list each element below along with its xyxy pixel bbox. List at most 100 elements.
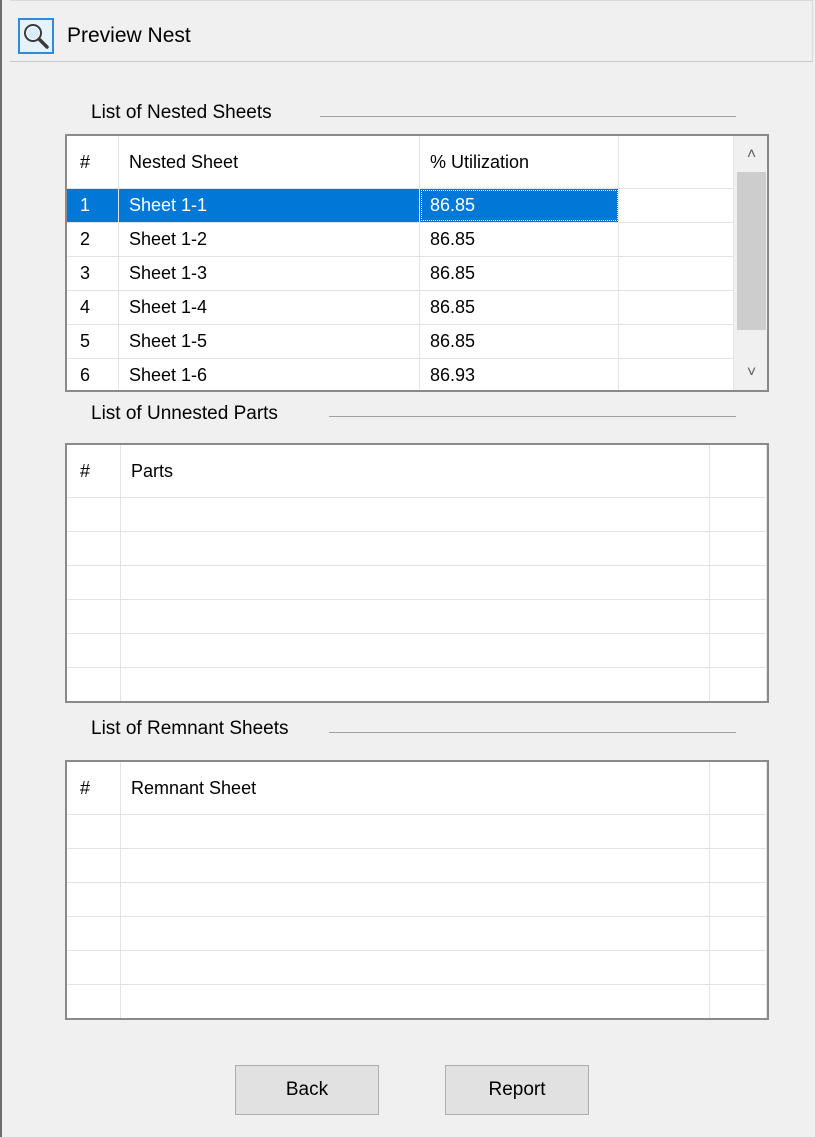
table-row[interactable]: 3 Sheet 1-3 86.85 [67,257,734,291]
column-header-filler [710,762,767,814]
nested-sheet-name: Sheet 1-5 [119,325,420,358]
row-filler [619,291,734,324]
empty-cell [121,532,710,565]
empty-table-row [67,849,767,883]
chevron-down-icon[interactable]: ˅ [735,356,767,390]
unnested-parts-table[interactable]: # Parts [65,443,769,703]
utilization-value: 86.85 [420,257,619,290]
empty-table-row [67,815,767,849]
empty-cell [710,600,767,633]
column-header-remnant-sheet[interactable]: Remnant Sheet [121,762,710,814]
row-number: 4 [67,291,119,324]
column-header-number[interactable]: # [67,762,121,814]
empty-cell [121,600,710,633]
empty-cell [67,951,121,984]
table-row[interactable]: 5 Sheet 1-5 86.85 [67,325,734,359]
empty-cell [710,634,767,667]
column-header-parts[interactable]: Parts [121,445,710,497]
column-header-nested-sheet[interactable]: Nested Sheet [119,136,420,188]
preview-nest-panel: Preview Nest List of Nested Sheets # Nes… [0,0,815,1137]
empty-cell [67,883,121,916]
empty-cell [710,498,767,531]
panel-title: Preview Nest [67,24,191,47]
row-filler [619,189,734,222]
empty-cell [710,668,767,701]
empty-cell [67,668,121,701]
empty-cell [67,498,121,531]
empty-cell [67,532,121,565]
utilization-value: 86.85 [420,291,619,324]
empty-cell [121,985,710,1018]
nested-sheets-table[interactable]: # Nested Sheet % Utilization 1 Sheet 1-1 8… [65,134,769,392]
empty-cell [121,951,710,984]
empty-table-row [67,566,767,600]
row-filler [619,359,734,390]
remnant-sheets-table[interactable]: # Remnant Sheet [65,760,769,1020]
row-number: 5 [67,325,119,358]
utilization-value: 86.85 [420,223,619,256]
empty-cell [67,849,121,882]
row-filler [619,223,734,256]
empty-table-row [67,951,767,985]
row-number: 1 [67,189,119,222]
empty-cell [710,985,767,1018]
column-header-number[interactable]: # [67,445,121,497]
utilization-value: 86.93 [420,359,619,390]
row-filler [619,325,734,358]
utilization-value: 86.85 [420,325,619,358]
empty-cell [67,600,121,633]
vertical-scrollbar[interactable]: ˄ ˅ [734,136,767,390]
back-button[interactable]: Back [235,1065,379,1115]
empty-cell [121,815,710,848]
empty-cell [67,815,121,848]
column-header-filler [710,445,767,497]
table-header-row: # Nested Sheet % Utilization [67,136,734,189]
nested-sheet-name: Sheet 1-2 [119,223,420,256]
empty-cell [121,883,710,916]
group-divider [320,116,736,117]
table-row[interactable]: 1 Sheet 1-1 86.85 [67,189,734,223]
empty-cell [710,815,767,848]
column-header-utilization[interactable]: % Utilization [420,136,619,188]
row-filler [619,257,734,290]
empty-cell [121,498,710,531]
empty-cell [121,849,710,882]
table-row[interactable]: 2 Sheet 1-2 86.85 [67,223,734,257]
report-button[interactable]: Report [445,1065,589,1115]
empty-cell [710,532,767,565]
empty-table-row [67,600,767,634]
empty-cell [67,917,121,950]
table-row[interactable]: 4 Sheet 1-4 86.85 [67,291,734,325]
magnifier-icon[interactable] [18,18,54,54]
nested-sheet-name: Sheet 1-6 [119,359,420,390]
empty-cell [67,985,121,1018]
chevron-up-icon[interactable]: ˄ [735,138,767,172]
row-number: 2 [67,223,119,256]
utilization-value: 86.85 [420,189,619,222]
panel-header: Preview Nest [10,0,813,62]
empty-cell [710,566,767,599]
table-row[interactable]: 6 Sheet 1-6 86.93 [67,359,734,390]
nested-sheet-name: Sheet 1-3 [119,257,420,290]
column-header-number[interactable]: # [67,136,119,188]
empty-cell [121,668,710,701]
group-divider [329,732,736,733]
column-header-filler [619,136,734,188]
row-number: 3 [67,257,119,290]
nested-sheet-name: Sheet 1-4 [119,291,420,324]
empty-table-row [67,668,767,701]
scrollbar-thumb[interactable] [737,172,766,330]
empty-cell [67,634,121,667]
table-header-row: # Remnant Sheet [67,762,767,815]
empty-cell [710,917,767,950]
empty-cell [121,634,710,667]
nested-sheets-group-title: List of Nested Sheets [91,102,282,124]
group-divider [329,416,736,417]
row-number: 6 [67,359,119,390]
empty-cell [710,849,767,882]
empty-cell [710,883,767,916]
empty-cell [67,566,121,599]
table-header-row: # Parts [67,445,767,498]
remnant-sheets-group-title: List of Remnant Sheets [91,718,299,740]
unnested-parts-group-title: List of Unnested Parts [91,403,288,425]
